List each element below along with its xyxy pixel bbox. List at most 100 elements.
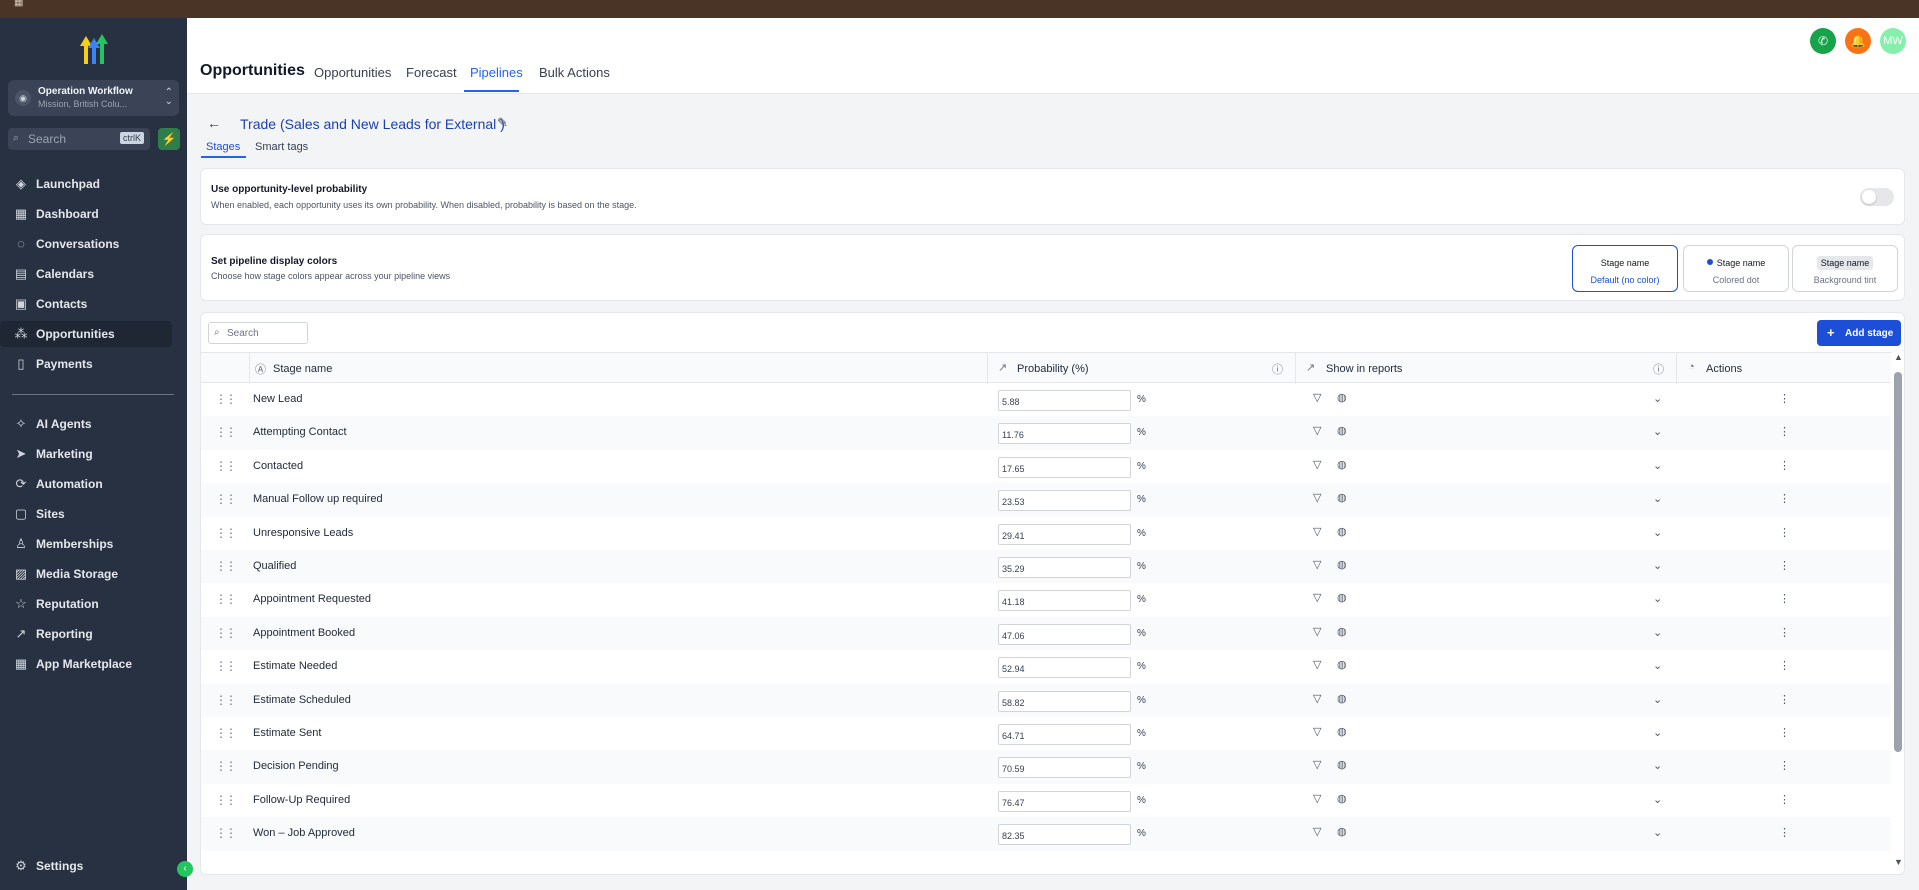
account-switcher[interactable]: ◉ Operation Workflow Mission, British Co… <box>8 80 179 116</box>
probability-toggle[interactable] <box>1860 188 1894 206</box>
chevron-down-icon[interactable]: ⌄ <box>1653 759 1662 772</box>
more-vertical-icon[interactable]: ⋮ <box>1779 392 1790 405</box>
probability-input[interactable]: 52.94 <box>998 657 1131 679</box>
chevron-down-icon[interactable]: ⌄ <box>1653 459 1662 472</box>
more-vertical-icon[interactable]: ⋮ <box>1779 559 1790 572</box>
drag-handle-icon[interactable]: ⋮⋮ <box>215 626 237 640</box>
color-option-tint[interactable]: Stage name Background tint <box>1792 245 1898 292</box>
funnel-icon[interactable]: ▽ <box>1313 692 1321 705</box>
sidebar-item-automation[interactable]: ⟳ Automation <box>0 471 172 497</box>
globe-icon[interactable]: ◍ <box>1337 692 1347 705</box>
drag-handle-icon[interactable]: ⋮⋮ <box>215 793 237 807</box>
globe-icon[interactable]: ◍ <box>1337 792 1347 805</box>
chevron-down-icon[interactable]: ⌄ <box>1653 726 1662 739</box>
drag-handle-icon[interactable]: ⋮⋮ <box>215 492 237 506</box>
funnel-icon[interactable]: ▽ <box>1313 525 1321 538</box>
sidebar-item-app-marketplace[interactable]: ▦ App Marketplace <box>0 651 172 677</box>
more-vertical-icon[interactable]: ⋮ <box>1779 693 1790 706</box>
chevron-down-icon[interactable]: ⌄ <box>1653 793 1662 806</box>
color-option-dot[interactable]: Stage name Colored dot <box>1683 245 1789 292</box>
probability-input[interactable]: 76.47 <box>998 790 1131 812</box>
probability-input[interactable]: 17.65 <box>998 456 1131 478</box>
globe-icon[interactable]: ◍ <box>1337 558 1347 571</box>
chevron-down-icon[interactable]: ⌄ <box>1653 826 1662 839</box>
funnel-icon[interactable]: ▽ <box>1313 491 1321 504</box>
sidebar-item-sites[interactable]: ▢ Sites <box>0 501 172 527</box>
more-vertical-icon[interactable]: ⋮ <box>1779 592 1790 605</box>
sidebar-item-memberships[interactable]: ♙ Memberships <box>0 531 172 557</box>
globe-icon[interactable]: ◍ <box>1337 625 1347 638</box>
drag-handle-icon[interactable]: ⋮⋮ <box>215 759 237 773</box>
more-vertical-icon[interactable]: ⋮ <box>1779 626 1790 639</box>
funnel-icon[interactable]: ▽ <box>1313 591 1321 604</box>
back-arrow-icon[interactable]: ← <box>207 115 221 131</box>
avatar[interactable]: MW <box>1880 28 1906 54</box>
globe-icon[interactable]: ◍ <box>1337 424 1347 437</box>
scroll-thumb[interactable] <box>1894 372 1902 752</box>
chevron-down-icon[interactable]: ⌄ <box>1653 425 1662 438</box>
more-vertical-icon[interactable]: ⋮ <box>1779 492 1790 505</box>
more-vertical-icon[interactable]: ⋮ <box>1779 459 1790 472</box>
funnel-icon[interactable]: ▽ <box>1313 625 1321 638</box>
globe-icon[interactable]: ◍ <box>1337 758 1347 771</box>
chevron-down-icon[interactable]: ⌄ <box>1653 693 1662 706</box>
chevron-down-icon[interactable]: ⌄ <box>1653 559 1662 572</box>
chevron-down-icon[interactable]: ⌄ <box>1653 626 1662 639</box>
info-icon[interactable]: ⓘ <box>1653 361 1664 377</box>
funnel-icon[interactable]: ▽ <box>1313 658 1321 671</box>
sidebar-item-marketing[interactable]: ➤ Marketing <box>0 441 172 467</box>
funnel-icon[interactable]: ▽ <box>1313 558 1321 571</box>
probability-input[interactable]: 47.06 <box>998 623 1131 645</box>
funnel-icon[interactable]: ▽ <box>1313 391 1321 404</box>
probability-input[interactable]: 29.41 <box>998 523 1131 545</box>
sidebar-item-calendars[interactable]: ▤ Calendars <box>0 261 172 287</box>
apps-grid-icon[interactable]: ▦ <box>14 0 26 8</box>
sidebar-item-dashboard[interactable]: ▦ Dashboard <box>0 201 172 227</box>
chevron-down-icon[interactable]: ⌄ <box>1653 659 1662 672</box>
funnel-icon[interactable]: ▽ <box>1313 725 1321 738</box>
color-option-default[interactable]: Stage name Default (no color) <box>1572 245 1678 292</box>
drag-handle-icon[interactable]: ⋮⋮ <box>215 592 237 606</box>
add-stage-button[interactable]: + Add stage <box>1817 320 1901 346</box>
table-scrollbar[interactable]: ▲ ▼ <box>1892 352 1904 872</box>
probability-input[interactable]: 35.29 <box>998 557 1131 578</box>
probability-input[interactable]: 82.35 <box>998 824 1131 846</box>
quick-action-button[interactable]: ⚡ <box>158 128 180 150</box>
sidebar-item-conversations[interactable]: ◌ Conversations <box>0 231 172 257</box>
probability-input[interactable]: 41.18 <box>998 590 1131 612</box>
tab-forecast[interactable]: Forecast <box>406 65 457 80</box>
globe-icon[interactable]: ◍ <box>1337 591 1347 604</box>
drag-handle-icon[interactable]: ⋮⋮ <box>215 559 237 573</box>
scroll-up-icon[interactable]: ▲ <box>1894 352 1903 362</box>
globe-icon[interactable]: ◍ <box>1337 525 1347 538</box>
globe-icon[interactable]: ◍ <box>1337 825 1347 838</box>
drag-handle-icon[interactable]: ⋮⋮ <box>215 526 237 540</box>
sidebar-item-ai-agents[interactable]: ✧ AI Agents <box>0 411 172 437</box>
chevron-down-icon[interactable]: ⌄ <box>1653 392 1662 405</box>
more-vertical-icon[interactable]: ⋮ <box>1779 726 1790 739</box>
drag-handle-icon[interactable]: ⋮⋮ <box>215 726 237 740</box>
funnel-icon[interactable]: ▽ <box>1313 825 1321 838</box>
globe-icon[interactable]: ◍ <box>1337 458 1347 471</box>
more-vertical-icon[interactable]: ⋮ <box>1779 526 1790 539</box>
globe-icon[interactable]: ◍ <box>1337 658 1347 671</box>
info-icon[interactable]: ⓘ <box>1272 361 1283 377</box>
notifications-button[interactable]: 🔔 <box>1845 28 1871 54</box>
scroll-down-icon[interactable]: ▼ <box>1894 857 1903 867</box>
chevron-down-icon[interactable]: ⌄ <box>1653 526 1662 539</box>
drag-handle-icon[interactable]: ⋮⋮ <box>215 693 237 707</box>
pencil-icon[interactable]: ✎ <box>497 115 508 131</box>
tab-pipelines[interactable]: Pipelines <box>470 65 523 80</box>
probability-input[interactable]: 64.71 <box>998 724 1131 745</box>
globe-icon[interactable]: ◍ <box>1337 391 1347 404</box>
drag-handle-icon[interactable]: ⋮⋮ <box>215 459 237 473</box>
drag-handle-icon[interactable]: ⋮⋮ <box>215 826 237 840</box>
tab-opportunities[interactable]: Opportunities <box>314 65 391 80</box>
more-vertical-icon[interactable]: ⋮ <box>1779 759 1790 772</box>
funnel-icon[interactable]: ▽ <box>1313 458 1321 471</box>
subtab-smart-tags[interactable]: Smart tags <box>255 141 308 153</box>
chevron-down-icon[interactable]: ⌄ <box>1653 592 1662 605</box>
probability-input[interactable]: 11.76 <box>998 423 1131 445</box>
funnel-icon[interactable]: ▽ <box>1313 792 1321 805</box>
probability-input[interactable]: 70.59 <box>998 757 1131 779</box>
